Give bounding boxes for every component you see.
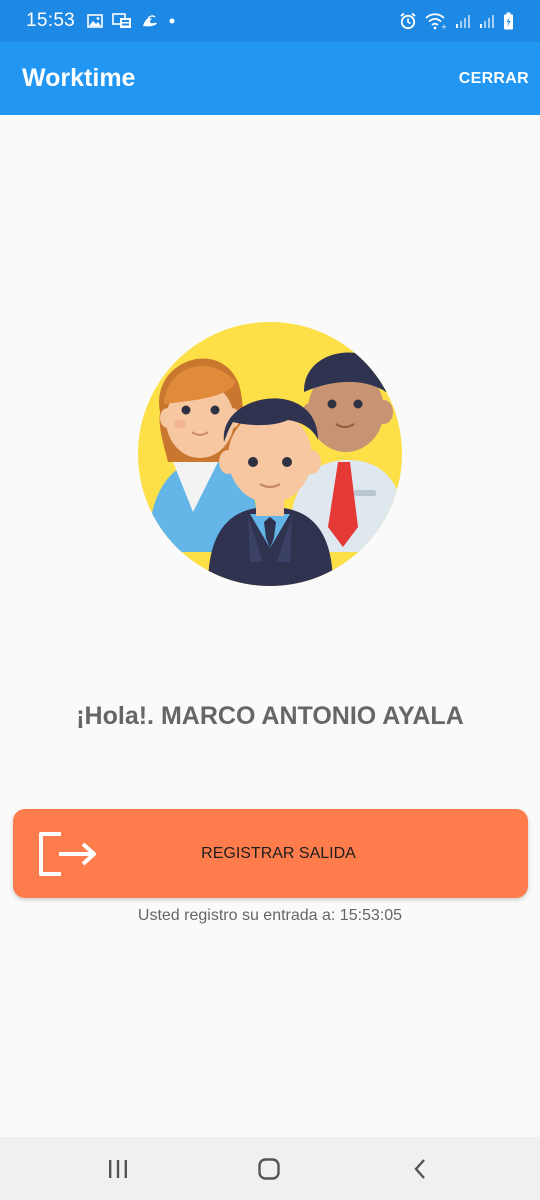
greeting-text: ¡Hola!. MARCO ANTONIO AYALA: [76, 702, 464, 730]
wave-icon: [143, 15, 158, 27]
close-button[interactable]: CERRAR: [459, 62, 529, 96]
signal-icon: [480, 15, 494, 28]
dot-icon: [169, 18, 175, 24]
recent-apps-button[interactable]: [73, 1137, 163, 1200]
register-exit-button[interactable]: REGISTRAR SALIDA: [13, 809, 528, 898]
status-bar: 15:53 +: [0, 0, 540, 42]
svg-text:+: +: [441, 23, 447, 30]
home-icon: [258, 1157, 280, 1180]
recent-apps-icon: [109, 1159, 127, 1178]
gallery-icon: [87, 14, 103, 28]
entry-time-text: Usted registro su entrada a: 15:53:05: [137, 907, 403, 924]
back-button[interactable]: [375, 1137, 465, 1200]
back-icon: [414, 1158, 425, 1179]
status-time: 15:53: [26, 10, 76, 31]
app-bar: Worktime CERRAR: [0, 42, 540, 115]
status-system-icons: +: [399, 12, 514, 30]
battery-charging-icon: [504, 12, 513, 30]
home-button[interactable]: [224, 1137, 314, 1200]
status-notification-icons: [87, 13, 176, 29]
app-title: Worktime: [22, 64, 136, 92]
wifi-icon: +: [425, 13, 447, 30]
system-nav-bar: [0, 1137, 540, 1200]
team-avatars-illustration: [138, 322, 402, 586]
cast-icon: [112, 13, 132, 28]
signal-icon: [456, 15, 470, 28]
exit-icon: [39, 832, 96, 876]
alarm-icon: [400, 12, 416, 30]
